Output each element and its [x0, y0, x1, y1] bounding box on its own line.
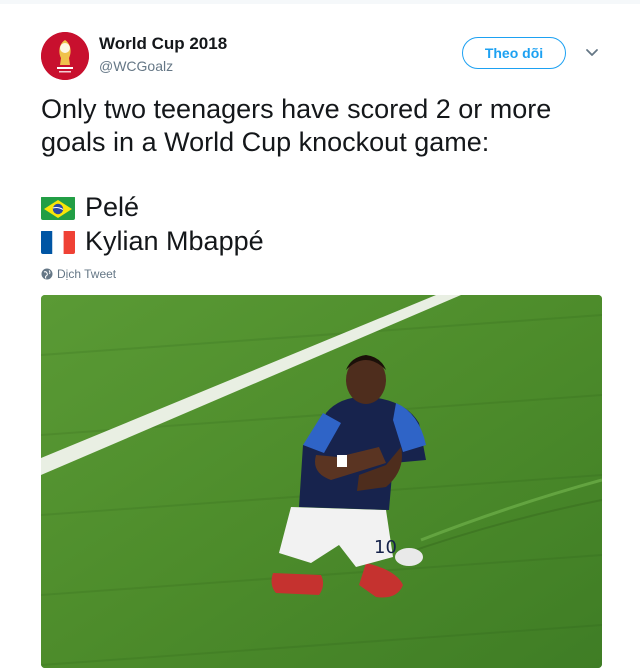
- translate-tweet-link[interactable]: Dịch Tweet: [41, 267, 116, 281]
- tweet-text: Only two teenagers have scored 2 or more…: [41, 94, 552, 157]
- more-options-button[interactable]: [583, 44, 601, 62]
- tweet-photo[interactable]: 10: [41, 295, 602, 668]
- jersey-number: 10: [374, 537, 397, 558]
- player-line-mbappe: Kylian Mbappé: [41, 225, 264, 258]
- fifa-world-cup-2018-logo: [41, 32, 89, 80]
- avatar[interactable]: [41, 32, 89, 80]
- top-bar: [0, 0, 640, 4]
- player-name: Kylian Mbappé: [85, 226, 264, 256]
- display-name[interactable]: World Cup 2018: [99, 34, 227, 54]
- user-handle[interactable]: @WCGoalz: [99, 58, 173, 74]
- chevron-down-icon: [586, 49, 598, 56]
- france-flag-icon: [41, 230, 75, 254]
- player-name: Pelé: [85, 192, 140, 222]
- follow-button[interactable]: Theo dõi: [462, 37, 566, 69]
- translate-label: Dịch Tweet: [57, 267, 117, 281]
- globe-icon: [41, 268, 53, 280]
- player-line-pele: Pelé: [41, 191, 139, 224]
- photo-kneeling-footballer: 10: [41, 295, 602, 668]
- brazil-flag-icon: [41, 196, 75, 220]
